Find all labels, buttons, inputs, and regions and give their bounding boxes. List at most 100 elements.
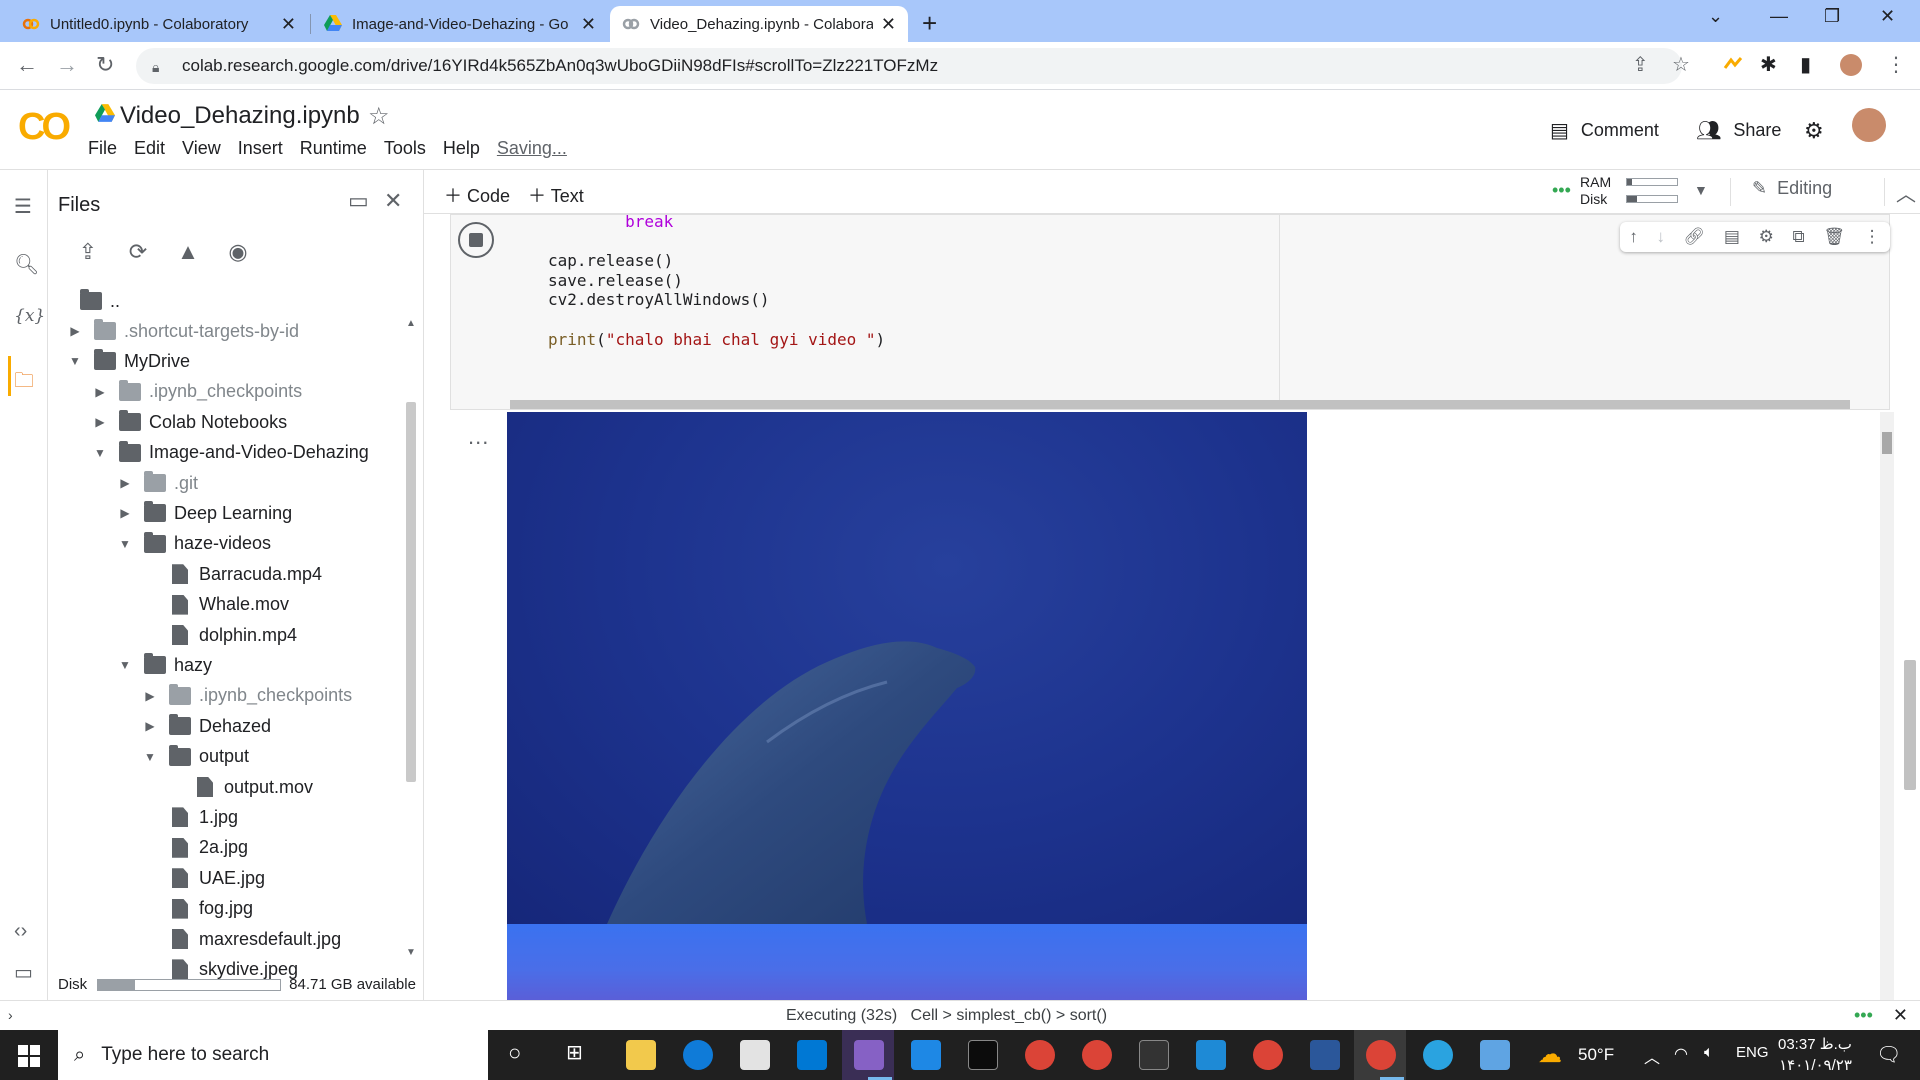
close-window-icon[interactable]: ✕: [1880, 6, 1895, 27]
command-palette-icon[interactable]: ▭: [14, 960, 33, 985]
show-hidden-icon[interactable]: ◉: [224, 238, 252, 266]
chrome-icon[interactable]: [1082, 1040, 1112, 1070]
collapse-arrow-icon[interactable]: ▼: [93, 446, 107, 460]
delete-icon[interactable]: 🗑︎: [1823, 227, 1845, 247]
code-editor[interactable]: break cap.release() save.release() cv2.des…: [548, 210, 885, 349]
microsoft-store-icon[interactable]: [740, 1040, 770, 1070]
folder-row[interactable]: ▶ .ipynb_checkpoints: [143, 681, 352, 711]
collapse-arrow-icon[interactable]: ▼: [118, 658, 132, 672]
close-panel-icon[interactable]: ✕: [384, 188, 402, 214]
more-vert-icon[interactable]: ⋮: [1864, 227, 1881, 247]
weather-icon[interactable]: ☁: [1538, 1040, 1562, 1069]
side-panel-icon[interactable]: ▮: [1800, 52, 1811, 77]
execution-status[interactable]: Executing (32s) Cell > simplest_cb() > s…: [786, 1007, 1107, 1025]
collapse-arrow-icon[interactable]: ▼: [68, 354, 82, 368]
url-bar[interactable]: 🔒︎ colab.research.google.com/drive/16YIR…: [136, 48, 1682, 84]
user-avatar[interactable]: [1852, 108, 1886, 142]
folder-row[interactable]: ▼ Image-and-Video-Dehazing: [93, 438, 369, 468]
settings-gear-icon[interactable]: ⚙: [1759, 227, 1774, 247]
folder-icon[interactable]: 🗀: [14, 366, 34, 400]
collapse-header-icon[interactable]: ︿: [1896, 178, 1916, 207]
output-scrollbar[interactable]: [1880, 412, 1894, 1000]
telegram-icon[interactable]: [1423, 1040, 1453, 1070]
output-scroll-thumb[interactable]: [1882, 432, 1892, 454]
browser-tab[interactable]: Untitled0.ipynb - Colaboratory ✕: [10, 6, 308, 42]
folder-row[interactable]: ▶ Dehazed: [143, 711, 271, 741]
expand-arrow-icon[interactable]: ▶: [93, 415, 107, 429]
volume-icon[interactable]: 🔈︎: [1704, 1044, 1714, 1062]
move-up-icon[interactable]: ↑: [1629, 227, 1638, 247]
clock[interactable]: 03:37 ب.ظ ۱۴۰۱/۰۹/۲۳: [1778, 1034, 1852, 1076]
folder-row[interactable]: ▼ hazy: [118, 650, 212, 680]
language-indicator[interactable]: ENG: [1736, 1044, 1769, 1061]
add-text-cell-button[interactable]: ＋ Text: [528, 182, 584, 208]
word-icon[interactable]: [1310, 1040, 1340, 1070]
file-row[interactable]: output.mov: [168, 772, 313, 802]
refresh-folder-icon[interactable]: ⟳: [124, 238, 152, 266]
extension-icon[interactable]: [1722, 54, 1744, 76]
menu-edit[interactable]: Edit: [134, 138, 165, 159]
visual-studio-icon[interactable]: [854, 1040, 884, 1070]
open-in-tab-icon[interactable]: ▭: [348, 188, 369, 214]
chevron-right-icon[interactable]: ›: [8, 1007, 13, 1023]
expand-arrow-icon[interactable]: ▶: [68, 324, 82, 338]
mail-icon[interactable]: [797, 1040, 827, 1070]
back-icon[interactable]: ←: [16, 52, 38, 78]
mirror-cell-icon[interactable]: ⧉: [1793, 227, 1805, 247]
close-icon[interactable]: ✕: [1893, 1005, 1908, 1026]
folder-row[interactable]: ▶ Colab Notebooks: [93, 407, 287, 437]
cortana-icon[interactable]: ○: [508, 1040, 521, 1066]
expand-arrow-icon[interactable]: ▶: [93, 385, 107, 399]
resource-monitor[interactable]: RAM Disk: [1580, 174, 1611, 208]
link-icon[interactable]: 🔗︎: [1684, 227, 1706, 247]
close-tab-icon[interactable]: ✕: [281, 14, 296, 35]
expand-arrow-icon[interactable]: ▶: [143, 719, 157, 733]
code-horizontal-scrollbar[interactable]: [510, 400, 1850, 409]
variables-icon[interactable]: {x}: [14, 306, 45, 326]
folder-row[interactable]: ▼ MyDrive: [68, 346, 190, 376]
extensions-puzzle-icon[interactable]: ✱: [1760, 52, 1777, 77]
weather-temp[interactable]: 50°F: [1578, 1045, 1614, 1065]
table-of-contents-icon[interactable]: ☰: [14, 194, 32, 219]
profile-avatar[interactable]: [1840, 54, 1862, 76]
search-icon[interactable]: 🔍︎: [14, 252, 39, 277]
colab-logo[interactable]: CO: [18, 106, 71, 149]
saving-status[interactable]: Saving...: [497, 138, 567, 159]
share-button[interactable]: 👥︎ Share: [1696, 118, 1781, 143]
folder-row[interactable]: ▶ .shortcut-targets-by-id: [68, 316, 299, 346]
menu-runtime[interactable]: Runtime: [300, 138, 367, 159]
page-scroll-thumb[interactable]: [1904, 660, 1916, 790]
folder-row[interactable]: ▼ output: [143, 742, 249, 772]
collapse-arrow-icon[interactable]: ▼: [118, 537, 132, 551]
code-snippets-icon[interactable]: ‹›: [14, 920, 27, 943]
parent-folder-row[interactable]: ..: [80, 286, 120, 316]
bookmark-star-icon[interactable]: ☆: [1672, 52, 1690, 77]
browser-tab-active[interactable]: Video_Dehazing.ipynb - Colabora ✕: [610, 6, 908, 42]
reload-icon[interactable]: ↻: [96, 52, 114, 78]
browser-menu-icon[interactable]: ⋮: [1886, 52, 1906, 77]
folder-row[interactable]: ▼ haze-videos: [118, 529, 271, 559]
collapse-arrow-icon[interactable]: ▼: [143, 750, 157, 764]
expand-arrow-icon[interactable]: ▶: [118, 506, 132, 520]
star-icon[interactable]: ☆: [368, 102, 390, 131]
notification-icon[interactable]: 🗨︎: [1876, 1042, 1901, 1067]
file-row[interactable]: UAE.jpg: [143, 863, 265, 893]
add-code-cell-button[interactable]: ＋ Code: [444, 182, 510, 208]
stop-execution-button[interactable]: [458, 222, 494, 258]
vscode-icon[interactable]: [1196, 1040, 1226, 1070]
chrome-icon[interactable]: [1253, 1040, 1283, 1070]
chrome-icon[interactable]: [1366, 1040, 1396, 1070]
wifi-icon[interactable]: ◠: [1674, 1044, 1688, 1064]
close-tab-icon[interactable]: ✕: [581, 14, 596, 35]
folder-row[interactable]: ▶ .git: [118, 468, 198, 498]
settings-gear-icon[interactable]: ⚙: [1804, 118, 1824, 144]
terminal-icon[interactable]: [968, 1040, 998, 1070]
restore-icon[interactable]: ❐: [1824, 6, 1840, 27]
folder-row[interactable]: ▶ .ipynb_checkpoints: [93, 377, 302, 407]
forward-icon[interactable]: →: [56, 52, 78, 78]
resources-dropdown-icon[interactable]: ▼: [1694, 182, 1708, 198]
task-view-icon[interactable]: ⊞: [566, 1040, 583, 1065]
file-row[interactable]: Barracuda.mp4: [143, 559, 322, 589]
file-row[interactable]: dolphin.mp4: [143, 620, 297, 650]
file-row[interactable]: 1.jpg: [143, 802, 238, 832]
